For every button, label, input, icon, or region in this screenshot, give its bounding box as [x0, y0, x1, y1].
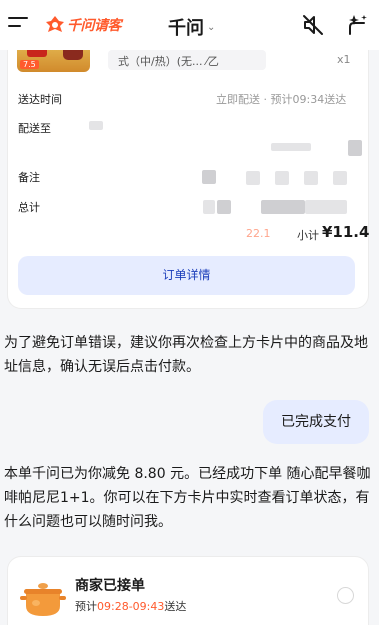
product-spec: 式（中/热）(无... ⁄乙 — [108, 50, 266, 70]
radio-icon[interactable] — [337, 587, 354, 604]
user-message-bubble: 已完成支付 — [263, 400, 369, 444]
status-eta: 预计09:28-09:43送达 — [75, 598, 186, 614]
note-redacted — [304, 171, 318, 185]
address-redacted — [271, 143, 311, 151]
status-title: 商家已接单 — [75, 578, 145, 594]
qianwen-logo-icon — [46, 16, 64, 32]
sparkle-icon[interactable] — [345, 13, 369, 37]
page-title: 千问 — [168, 18, 204, 39]
ai-message-reminder: 为了避免订单错误，建议你再次检查上方卡片中的商品及地址信息，确认无误后点击付款。 — [4, 335, 368, 375]
product-quantity: x1 — [337, 53, 351, 66]
menu-icon[interactable] — [8, 17, 28, 33]
delivery-time-label: 送达时间 — [18, 93, 62, 106]
eta-prefix: 预计 — [75, 600, 97, 613]
subtotal-value: ¥11.4 — [322, 223, 370, 241]
subtotal-label: 小计 — [297, 229, 319, 242]
pot-icon — [20, 583, 66, 616]
address-redacted — [348, 140, 362, 156]
order-detail-button[interactable]: 订单详情 — [18, 256, 355, 295]
original-price: 22.1 — [246, 227, 271, 240]
note-redacted — [333, 171, 347, 185]
eta-range: 09:28-09:43 — [97, 600, 165, 613]
note-redacted — [246, 171, 260, 185]
product-tag: 7.5 — [20, 60, 39, 69]
model-selector[interactable]: 千问 ⌄ — [168, 14, 215, 40]
address-redacted — [89, 121, 103, 130]
delivery-time-value: 立即配送 · 预计09:34送达 — [216, 93, 347, 106]
ai-message-confirm: 本单千问已为你减免 8.80 元。已经成功下单 随心配早餐咖啡帕尼尼1+1。你可… — [4, 466, 371, 530]
total-label: 总计 — [18, 201, 40, 214]
total-redacted — [261, 200, 305, 214]
app-logo[interactable]: 千问请客 — [44, 14, 122, 36]
chevron-down-icon: ⌄ — [207, 21, 216, 33]
total-redacted — [203, 200, 215, 214]
note-redacted — [202, 170, 216, 184]
note-redacted — [275, 171, 289, 185]
eta-suffix: 送达 — [164, 600, 187, 613]
logo-text: 千问请客 — [67, 18, 122, 34]
top-bar: 千问请客 千问 ⌄ — [0, 0, 379, 50]
mute-icon[interactable] — [302, 14, 326, 36]
total-redacted — [217, 200, 231, 214]
total-redacted — [305, 200, 347, 214]
address-label: 配送至 — [18, 122, 51, 135]
note-label: 备注 — [18, 171, 40, 184]
